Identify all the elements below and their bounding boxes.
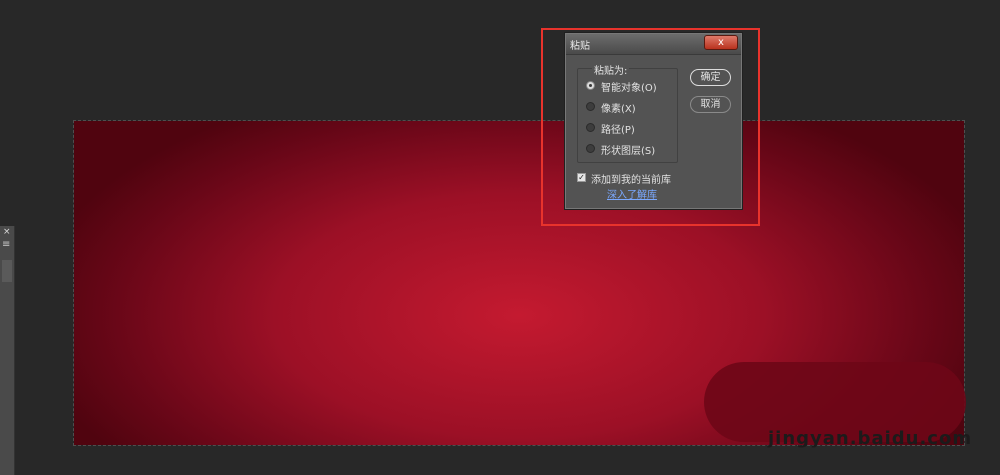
paste-dialog: 粘贴 x 粘贴为: 智能对象(O) 像素(X) 路径(P) 形状图层(S) 确定… — [564, 32, 743, 210]
add-to-library-checkbox[interactable]: ✓ — [577, 173, 586, 182]
cancel-button[interactable]: 取消 — [690, 96, 731, 113]
panel-menu-icon[interactable]: ≡ — [2, 240, 10, 250]
dialog-close-button[interactable]: x — [704, 35, 738, 50]
learn-more-libraries-link[interactable]: 深入了解库 — [607, 186, 657, 201]
side-panel: × ≡ — [0, 226, 15, 475]
radio-button[interactable] — [586, 123, 595, 132]
dialog-titlebar[interactable]: 粘贴 x — [566, 34, 741, 55]
radio-button[interactable] — [586, 144, 595, 153]
radio-button[interactable] — [586, 102, 595, 111]
radio-label: 智能对象(O) — [601, 83, 657, 94]
watermark-text: jingyan.baidu.com — [768, 428, 973, 449]
paste-as-group: 粘贴为: 智能对象(O) 像素(X) 路径(P) 形状图层(S) — [577, 62, 678, 163]
panel-close-icon[interactable]: × — [3, 227, 11, 237]
close-icon: x — [718, 37, 724, 48]
radio-label: 形状图层(S) — [601, 146, 656, 157]
paste-as-label: 粘贴为: — [592, 62, 630, 77]
radio-label: 路径(P) — [601, 125, 635, 136]
panel-tab[interactable] — [2, 260, 12, 282]
dialog-title: 粘贴 — [570, 41, 590, 52]
ok-button[interactable]: 确定 — [690, 69, 731, 86]
radio-label: 像素(X) — [601, 104, 636, 115]
add-to-library-label: 添加到我的当前库 — [591, 175, 671, 186]
radio-button[interactable] — [586, 81, 595, 90]
